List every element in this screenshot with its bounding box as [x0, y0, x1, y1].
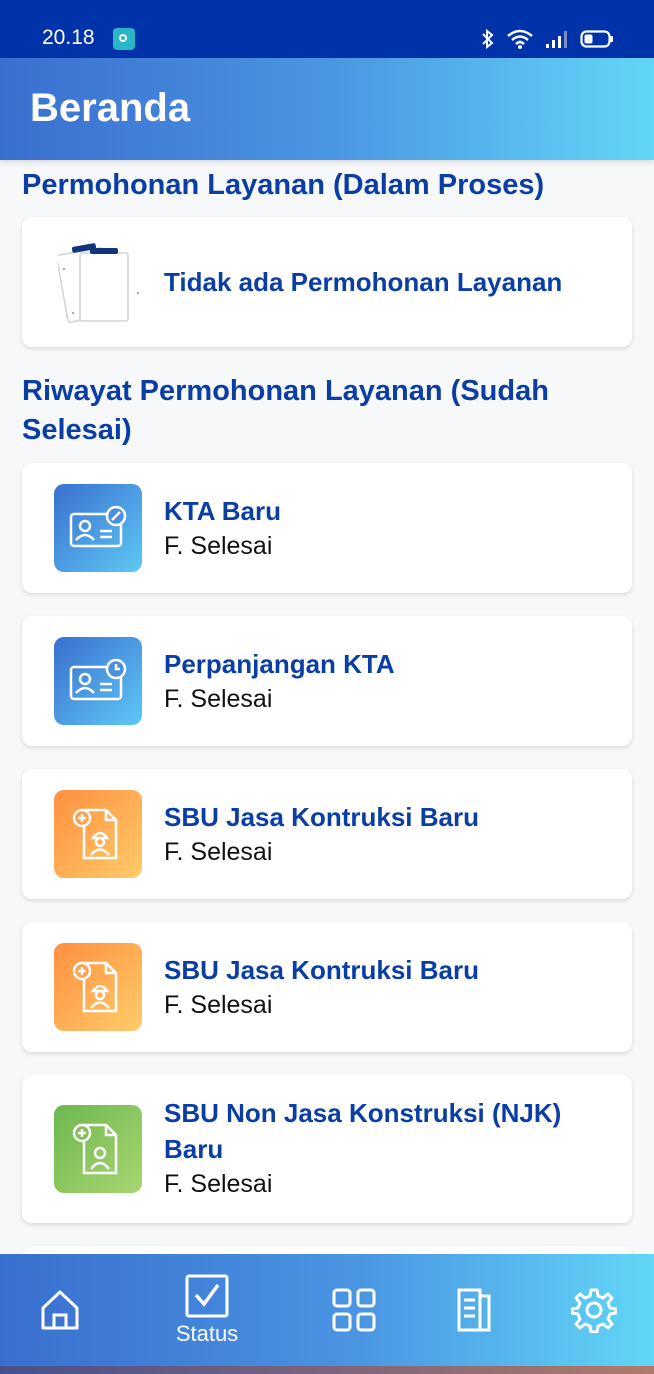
bluetooth-icon: [482, 28, 494, 50]
signal-icon: [546, 31, 567, 48]
gear-icon: [571, 1288, 617, 1333]
system-nav-strip: [0, 1366, 654, 1374]
status-icons: [480, 28, 614, 50]
history-item-card[interactable]: Perpanjangan KTA F. Selesai: [22, 616, 632, 746]
history-item-status: F. Selesai: [164, 1170, 273, 1198]
main-content[interactable]: Permohonan Layanan (Dalam Proses) Tidak …: [0, 160, 654, 1254]
grid-icon: [332, 1288, 376, 1332]
notification-app-icon: [113, 28, 135, 50]
checkbox-icon: [185, 1274, 229, 1318]
bottom-navigation: Status: [0, 1254, 654, 1366]
history-item-tile: [54, 1105, 142, 1193]
in-process-section-title: Permohonan Layanan (Dalam Proses): [22, 169, 545, 201]
history-item-status: F. Selesai: [164, 991, 273, 1019]
id-card-clock-icon: [69, 658, 127, 701]
history-item-title: KTA Baru: [164, 496, 281, 526]
status-time: 20.18: [42, 26, 95, 49]
clipboard-illustration-icon: [58, 243, 140, 323]
history-item-card[interactable]: SBU Non Jasa Konstruksi (NJK) Baru F. Se…: [22, 1075, 632, 1223]
history-item-status: F. Selesai: [164, 532, 273, 560]
empty-state-text: Tidak ada Permohonan Layanan: [164, 267, 563, 297]
nav-status-label: Status: [175, 1321, 239, 1346]
worker-document-icon: [72, 961, 118, 1013]
history-item-card[interactable]: KTA Baru F. Selesai: [22, 463, 632, 593]
home-icon: [41, 1290, 79, 1330]
nav-menu[interactable]: [328, 1254, 380, 1366]
person-document-icon: [72, 1123, 118, 1175]
history-item-status: F. Selesai: [164, 685, 273, 713]
history-item-card[interactable]: SBU Jasa Kontruksi Baru F. Selesai: [22, 922, 632, 1052]
history-item-tile: [54, 637, 142, 725]
app-bar: Beranda: [0, 58, 654, 160]
document-icon: [457, 1288, 491, 1332]
history-item-title: Perpanjangan KTA: [164, 649, 395, 679]
history-item-status: F. Selesai: [164, 838, 273, 866]
history-item-tile: [54, 484, 142, 572]
history-item-tile: [54, 943, 142, 1031]
battery-icon: [580, 30, 613, 48]
nav-settings[interactable]: [568, 1254, 620, 1366]
history-item-title: SBU Jasa Kontruksi Baru: [164, 802, 479, 832]
nav-home[interactable]: [30, 1254, 90, 1366]
page-title: Beranda: [30, 86, 191, 130]
nav-status[interactable]: Status: [160, 1254, 254, 1366]
history-item-title: SBU Jasa Kontruksi Baru: [164, 955, 479, 985]
id-card-edit-icon: [69, 505, 127, 548]
history-item-card[interactable]: SBU Jasa Kontruksi Baru F. Selesai: [22, 769, 632, 899]
history-item-title: SBU Non Jasa Konstruksi (NJK) Baru: [164, 1098, 562, 1164]
history-section-title: Riwayat Permohonan Layanan (Sudah Selesa…: [22, 375, 549, 446]
status-bar: 20.18: [0, 0, 654, 58]
worker-document-icon: [72, 808, 118, 860]
history-item-card[interactable]: [22, 1246, 632, 1254]
history-item-tile: [54, 790, 142, 878]
nav-documents[interactable]: [450, 1254, 498, 1366]
empty-state-card: Tidak ada Permohonan Layanan: [22, 217, 632, 347]
wifi-icon: [507, 29, 533, 49]
